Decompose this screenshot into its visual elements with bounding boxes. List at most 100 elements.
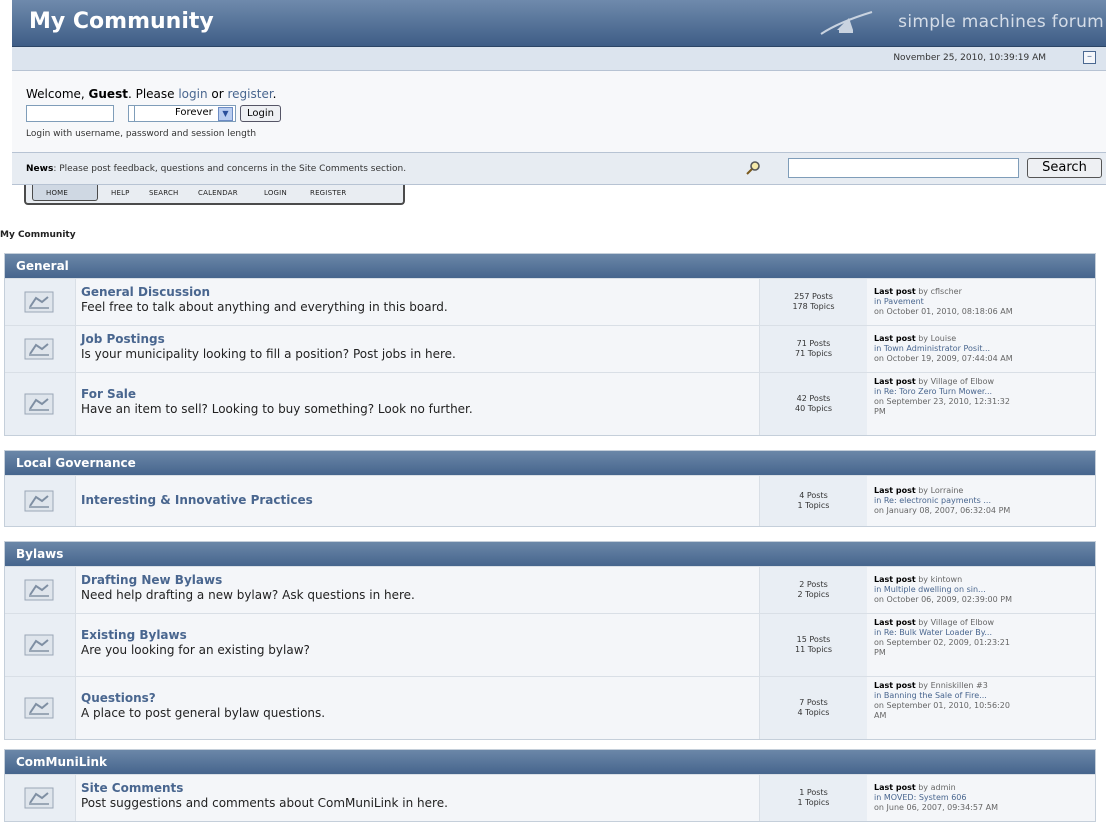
board-name[interactable]: Interesting & Innovative Practices [81,493,313,507]
last-post-topic[interactable]: in Re: electronic payments ... [874,496,1095,506]
board-info: Job Postings Is your municipality looking… [76,326,759,372]
last-post-user[interactable]: by kintown [916,575,962,584]
last-post-info: Last post by Louise in Town Administrator… [867,326,1095,372]
board-name[interactable]: Existing Bylaws [81,628,187,642]
board-info: General Discussion Feel free to talk abou… [76,279,759,325]
forum-title[interactable]: My Community [29,9,214,34]
username-input[interactable] [26,105,114,122]
board-name[interactable]: Drafting New Bylaws [81,573,222,587]
board-icon-cell [5,476,76,526]
board-icon-cell [5,567,76,613]
board-icon[interactable] [24,579,54,601]
last-post-topic[interactable]: in Multiple dwelling on sin... [874,585,1095,595]
board-icon[interactable] [24,338,54,360]
category-header[interactable]: ComMuniLink [5,750,1095,774]
last-post-user[interactable]: by Village of Elbow [916,377,994,386]
welcome-message: Welcome, Guest. Please login or register… [26,87,277,101]
board-info: Site Comments Post suggestions and commen… [76,775,759,821]
search-button[interactable]: Search [1027,158,1102,178]
last-post-topic[interactable]: in Re: Toro Zero Turn Mower... [874,387,1095,397]
board-stats: 42 Posts 40 Topics [759,373,868,435]
board-description: Are you looking for an existing bylaw? [81,643,310,657]
board-info: Questions? A place to post general bylaw … [76,677,759,739]
session-length-select[interactable]: Forever ▼ [134,105,236,122]
post-count: 1 Posts [799,788,828,797]
last-post-date: PM [874,407,886,416]
last-post-user[interactable]: by cflscher [916,287,962,296]
last-post-topic[interactable]: in Re: Bulk Water Loader By... [874,628,1095,638]
board-icon[interactable] [24,787,54,809]
board-description: A place to post general bylaw questions. [81,706,326,720]
board-row: Interesting & Innovative Practices 4 Post… [5,475,1095,526]
last-post-topic[interactable]: in Banning the Sale of Fire... [874,691,1095,701]
category-header[interactable]: Bylaws [5,542,1095,566]
smf-logo-icon [820,11,873,35]
forum-page: My Community simple machines forum Novem… [12,0,1106,185]
tab-help[interactable]: HELP [111,189,130,197]
last-post-info: Last post by Lorraine in Re: electronic p… [867,476,1095,526]
board-name[interactable]: Site Comments [81,781,183,795]
board-description: Feel free to talk about anything and eve… [81,300,448,314]
topic-count: 2 Topics [797,590,830,599]
last-post-label: Last post [874,486,916,495]
post-count: 4 Posts [799,491,828,500]
login-button[interactable]: Login [240,105,281,122]
board-description: Have an item to sell? Looking to buy som… [81,402,473,416]
board-name[interactable]: For Sale [81,387,136,401]
board-row: Existing Bylaws Are you looking for an ex… [5,613,1095,676]
search-input[interactable] [788,158,1019,178]
welcome-suffix: . [272,87,277,101]
board-icon-cell [5,677,76,739]
tab-calendar[interactable]: CALENDAR [198,189,238,197]
board-row: For Sale Have an item to sell? Looking to… [5,372,1095,435]
board-stats: 15 Posts 11 Topics [759,614,868,676]
last-post-label: Last post [874,575,916,584]
last-post-user[interactable]: by Enniskillen #3 [916,681,988,690]
topic-count: 11 Topics [794,645,832,654]
last-post-line: Last post by Village of Elbow [874,377,1095,387]
board-name[interactable]: Job Postings [81,332,165,346]
smf-logo-text[interactable]: simple machines forum [898,12,1104,32]
board-icon[interactable] [24,291,54,313]
last-post-label: Last post [874,334,916,343]
post-count: 42 Posts [796,394,831,403]
last-post-user[interactable]: by admin [916,783,955,792]
chevron-down-icon[interactable]: ▼ [218,107,233,121]
last-post-user[interactable]: by Lorraine [916,486,963,495]
tab-login[interactable]: LOGIN [264,189,287,197]
tab-home-label[interactable]: HOME [46,189,68,197]
board-icon-cell [5,614,76,676]
last-post-line: Last post by Village of Elbow [874,618,1095,628]
login-link[interactable]: login [178,87,207,101]
category-header[interactable]: General [5,254,1095,278]
last-post-date: AM [874,711,887,720]
breadcrumb[interactable]: My Community [0,230,76,240]
board-name[interactable]: General Discussion [81,285,210,299]
last-post-topic[interactable]: in MOVED: System 606 [874,793,1095,803]
category-header[interactable]: Local Governance [5,451,1095,475]
board-icon[interactable] [24,490,54,512]
last-post-user[interactable]: by Village of Elbow [916,618,994,627]
tab-search[interactable]: SEARCH [149,189,179,197]
last-post-label: Last post [874,783,916,792]
board-info: For Sale Have an item to sell? Looking to… [76,373,759,435]
board-icon[interactable] [24,393,54,415]
topic-count: 4 Topics [797,708,830,717]
board-name[interactable]: Questions? [81,691,156,705]
last-post-topic[interactable]: in Pavement [874,297,1095,307]
last-post-date: on September 23, 2010, 12:31:32 [874,397,1010,406]
register-link[interactable]: register [227,87,272,101]
board-icon[interactable] [24,634,54,656]
board-row: Drafting New Bylaws Need help drafting a … [5,566,1095,613]
tab-register[interactable]: REGISTER [310,189,346,197]
last-post-info: Last post by admin in MOVED: System 606 on… [867,775,1095,821]
last-post-date: on June 06, 2007, 09:34:57 AM [874,803,999,812]
last-post-user[interactable]: by Louise [916,334,956,343]
last-post-line: Last post by kintown [874,575,1095,585]
board-icon[interactable] [24,697,54,719]
board-icon-cell [5,775,76,821]
last-post-info: Last post by cflscher in Pavement on Octob… [867,279,1095,325]
collapse-icon[interactable]: – [1083,51,1096,64]
last-post-topic[interactable]: in Town Administrator Posit... [874,344,1095,354]
login-hint: Login with username, password and sessio… [26,129,257,139]
